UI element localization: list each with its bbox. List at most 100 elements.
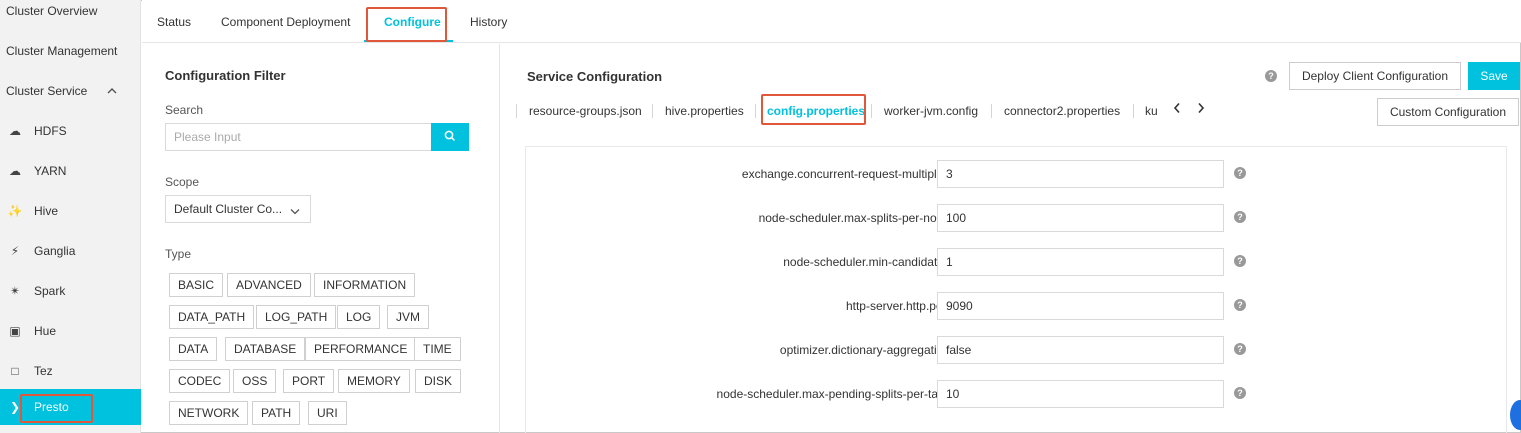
deploy-client-configuration-button[interactable]: Deploy Client Configuration <box>1289 62 1461 90</box>
type-tag-uri[interactable]: URI <box>308 401 347 425</box>
ganglia-icon: ⚡ <box>10 244 20 258</box>
search-button[interactable] <box>431 123 469 151</box>
config-value-input[interactable] <box>937 380 1224 408</box>
tab-history[interactable]: History <box>470 15 507 29</box>
sidebar-item-cluster-management[interactable]: Cluster Management <box>0 31 141 71</box>
chevron-down-icon <box>290 204 300 218</box>
type-label: Type <box>165 247 192 261</box>
active-file-tab-underline <box>763 123 859 125</box>
config-value-input[interactable] <box>937 336 1224 364</box>
file-tab-hive-properties[interactable]: hive.properties <box>665 104 744 118</box>
hdfs-icon: ☁ <box>9 124 21 138</box>
type-tag-memory[interactable]: MEMORY <box>338 369 410 393</box>
help-icon[interactable]: ? <box>1265 70 1277 82</box>
type-tag-path[interactable]: PATH <box>252 401 301 425</box>
config-key: optimizer.dictionary-aggregation <box>779 343 950 357</box>
help-icon[interactable]: ? <box>1234 167 1246 179</box>
type-tag-data-path[interactable]: DATA_PATH <box>169 305 255 329</box>
hue-icon: ▣ <box>9 324 21 338</box>
config-key: exchange.concurrent-request-multiplier <box>741 167 950 181</box>
type-tag-codec[interactable]: CODEC <box>169 369 231 393</box>
type-tag-advanced[interactable]: ADVANCED <box>227 273 311 297</box>
sidebar-item-label: Presto <box>34 400 69 414</box>
help-icon[interactable]: ? <box>1234 343 1246 355</box>
scope-label: Scope <box>165 175 200 189</box>
custom-configuration-button[interactable]: Custom Configuration <box>1377 98 1519 126</box>
tab-component-deployment[interactable]: Component Deployment <box>221 15 350 29</box>
active-tab-underline <box>364 40 453 42</box>
sidebar-item-hue[interactable]: ▣ Hue <box>0 311 141 351</box>
tab-configure[interactable]: Configure <box>384 15 441 29</box>
sidebar-item-label: HDFS <box>34 124 67 138</box>
sidebar-item-label: Cluster Service <box>6 84 88 98</box>
type-tag-oss[interactable]: OSS <box>233 369 277 393</box>
help-icon[interactable]: ? <box>1234 299 1246 311</box>
config-key: node-scheduler.max-pending-splits-per-ta… <box>716 387 950 401</box>
config-value-input[interactable] <box>937 160 1224 188</box>
sidebar-item-tez[interactable]: □ Tez <box>0 351 141 391</box>
sidebar-item-hive[interactable]: ✨ Hive <box>0 191 141 231</box>
file-tab-resource-groups-json[interactable]: resource-groups.json <box>529 104 642 118</box>
help-icon[interactable]: ? <box>1234 387 1246 399</box>
config-row: node-scheduler.min-candidates ? <box>526 248 1506 276</box>
sidebar-item-label: Tez <box>34 364 53 378</box>
sidebar-item-yarn[interactable]: ☁ YARN <box>0 151 141 191</box>
sidebar-item-ganglia[interactable]: ⚡ Ganglia <box>0 231 141 271</box>
presto-icon: ❯ <box>9 400 21 414</box>
type-tag-data[interactable]: DATA <box>169 337 218 361</box>
config-value-input[interactable] <box>937 292 1224 320</box>
sidebar-item-spark[interactable]: ✴ Spark <box>0 271 141 311</box>
sidebar-item-cluster-overview[interactable]: Cluster Overview <box>0 0 141 31</box>
type-tag-port[interactable]: PORT <box>283 369 335 393</box>
file-tab-connector2-properties[interactable]: connector2.properties <box>1004 104 1120 118</box>
file-tab-worker-jvm-config[interactable]: worker-jvm.config <box>884 104 978 118</box>
file-tab-truncated[interactable]: ku <box>1145 104 1159 118</box>
sidebar-item-label: Cluster Management <box>6 44 118 58</box>
help-icon[interactable]: ? <box>1234 255 1246 267</box>
hive-icon: ✨ <box>7 204 23 218</box>
config-row: optimizer.dictionary-aggregation ? <box>526 336 1506 364</box>
chevron-up-icon <box>107 86 117 97</box>
config-key: node-scheduler.min-candidates <box>783 255 950 269</box>
type-tag-basic[interactable]: BASIC <box>169 273 224 297</box>
scope-select[interactable]: Default Cluster Co... <box>165 195 311 223</box>
type-tag-disk[interactable]: DISK <box>415 369 462 393</box>
type-tag-information[interactable]: INFORMATION <box>314 273 416 297</box>
type-tag-database[interactable]: DATABASE <box>225 337 306 361</box>
sidebar-item-label: Ganglia <box>34 244 76 258</box>
config-row: http-server.http.port ? <box>526 292 1506 320</box>
save-button[interactable]: Save <box>1468 62 1520 90</box>
configuration-filter-panel: Configuration Filter Search Scope Defaul… <box>142 44 500 433</box>
help-icon[interactable]: ? <box>1234 211 1246 223</box>
type-tag-log-path[interactable]: LOG_PATH <box>256 305 337 329</box>
sidebar-item-cluster-service[interactable]: Cluster Service <box>0 71 141 111</box>
yarn-icon: ☁ <box>9 164 21 178</box>
config-value-input[interactable] <box>937 248 1224 276</box>
chevron-right-icon[interactable] <box>1197 102 1205 117</box>
filter-title: Configuration Filter <box>165 68 286 83</box>
sidebar-item-label: Cluster Overview <box>6 4 98 18</box>
type-tag-performance[interactable]: PERFORMANCE <box>305 337 417 361</box>
type-tag-log[interactable]: LOG <box>337 305 381 329</box>
type-tag-network[interactable]: NETWORK <box>169 401 249 425</box>
config-value-input[interactable] <box>937 204 1224 232</box>
sidebar-item-label: YARN <box>34 164 67 178</box>
tab-status[interactable]: Status <box>157 15 191 29</box>
file-tab-separator <box>652 104 653 118</box>
search-input[interactable] <box>165 123 431 151</box>
service-configuration-title: Service Configuration <box>527 69 663 84</box>
file-tab-separator <box>991 104 992 118</box>
sidebar-item-label: Hue <box>34 324 57 338</box>
file-tab-config-properties[interactable]: config.properties <box>767 104 865 118</box>
service-configuration-panel: Service Configuration ? Deploy Client Co… <box>501 44 1521 433</box>
chevron-left-icon[interactable] <box>1173 102 1181 117</box>
spark-icon: ✴ <box>9 284 21 298</box>
config-properties-form: exchange.concurrent-request-multiplier ?… <box>525 146 1507 433</box>
sidebar-item-label: Spark <box>34 284 66 298</box>
sidebar-item-hdfs[interactable]: ☁ HDFS <box>0 111 141 151</box>
sidebar-item-presto[interactable]: ❯ Presto <box>0 389 141 425</box>
type-tag-jvm[interactable]: JVM <box>387 305 429 329</box>
file-tab-separator <box>1133 104 1134 118</box>
type-tag-time[interactable]: TIME <box>414 337 461 361</box>
search-label: Search <box>165 103 204 117</box>
